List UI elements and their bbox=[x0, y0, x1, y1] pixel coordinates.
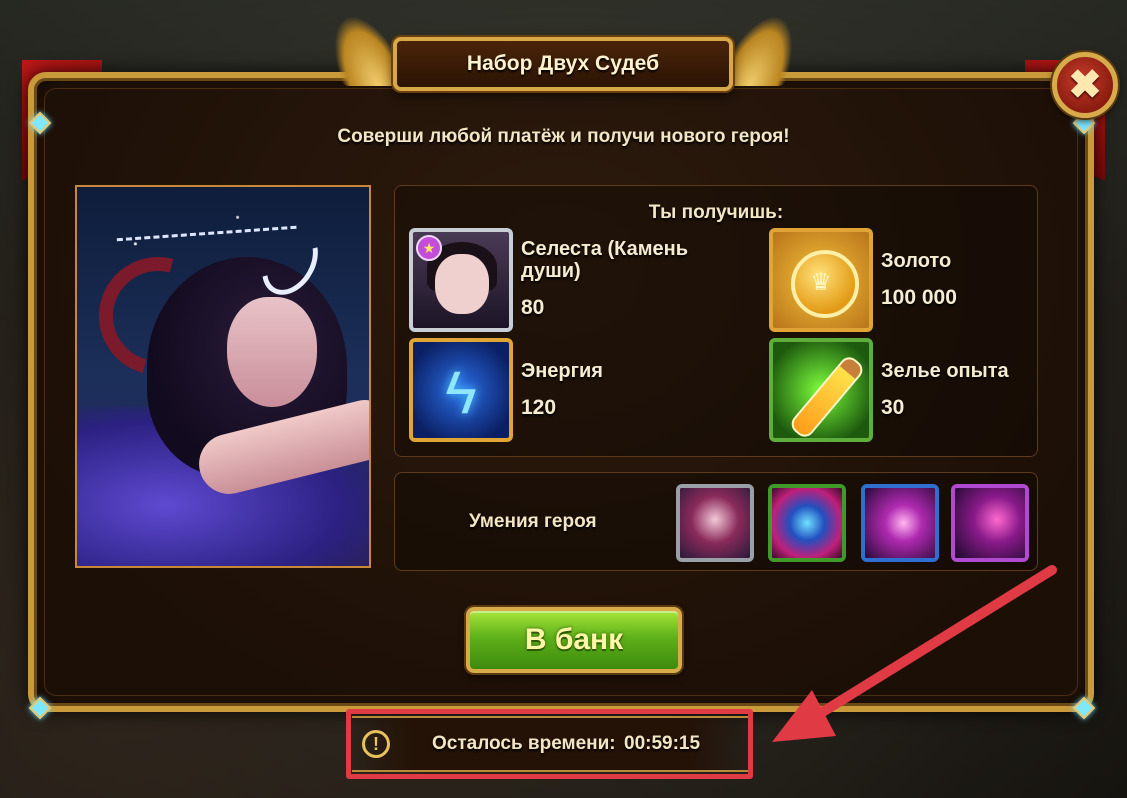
annotation-arrow bbox=[772, 565, 1057, 742]
